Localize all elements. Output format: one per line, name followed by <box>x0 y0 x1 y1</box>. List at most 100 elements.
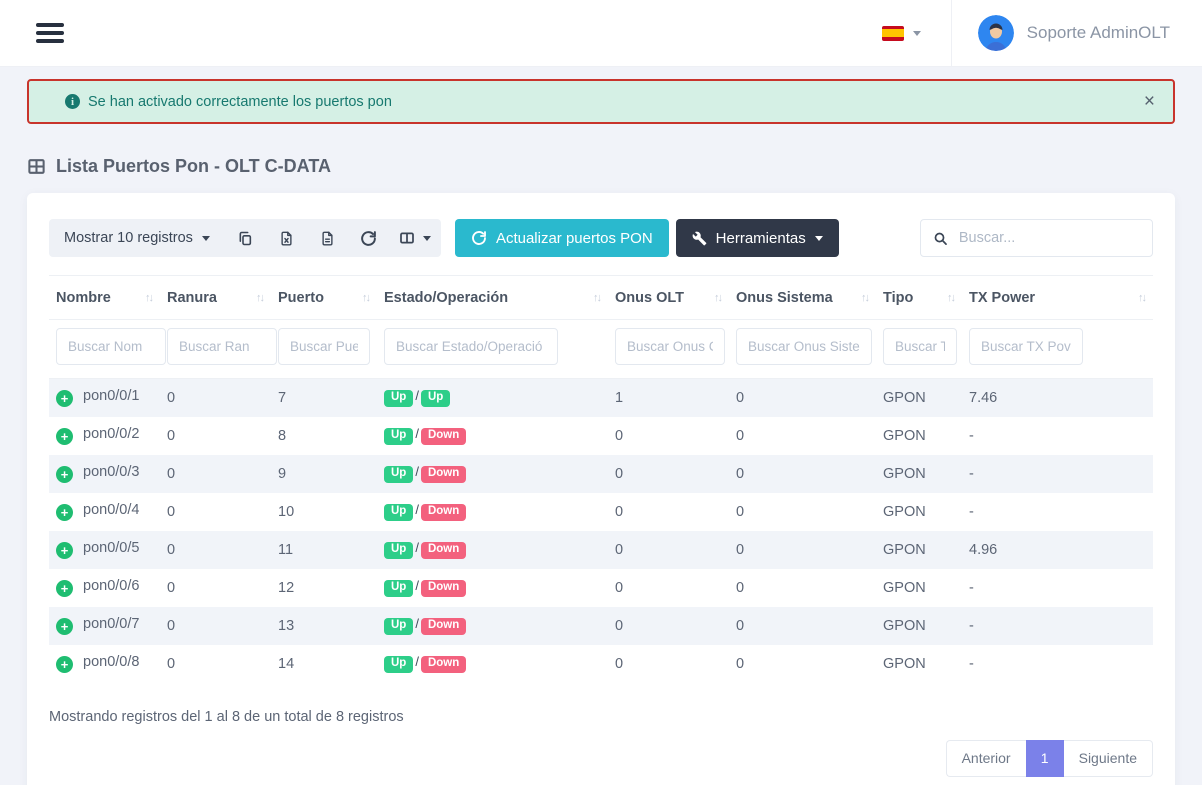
expand-row-icon[interactable]: + <box>56 656 73 673</box>
column-header-estado[interactable]: Estado/Operación ↑↓ <box>377 276 608 320</box>
next-page-button[interactable]: Siguiente <box>1064 740 1153 777</box>
cell-tipo: GPON <box>876 569 962 607</box>
port-name: pon0/0/2 <box>83 426 139 442</box>
search-icon <box>933 230 948 247</box>
expand-row-icon[interactable]: + <box>56 542 73 559</box>
expand-row-icon[interactable]: + <box>56 390 73 407</box>
expand-row-icon[interactable]: + <box>56 504 73 521</box>
cell-estado-operacion: Up/Up <box>377 379 608 417</box>
filter-cell <box>962 320 1153 379</box>
cell-nombre: +pon0/0/5 <box>49 531 160 569</box>
status-badge-up: Up <box>384 504 413 522</box>
column-header-ranura[interactable]: Ranura ↑↓ <box>160 276 271 320</box>
cell-puerto: 14 <box>271 645 377 683</box>
filter-input-ranura[interactable] <box>167 328 277 365</box>
cell-estado-operacion: Up/Down <box>377 645 608 683</box>
cell-puerto: 7 <box>271 379 377 417</box>
status-badge-down: Down <box>421 466 466 484</box>
export-excel-icon <box>279 230 294 247</box>
status-badge-down: Down <box>421 504 466 522</box>
language-selector[interactable] <box>882 26 921 41</box>
sort-icon[interactable]: ↑↓ <box>1138 290 1145 304</box>
filter-input-onus-olt[interactable] <box>615 328 725 365</box>
filter-input-nombre[interactable] <box>56 328 166 365</box>
content-area: i Se han activado correctamente los puer… <box>0 79 1202 785</box>
info-icon: i <box>65 94 80 109</box>
export-excel-button[interactable] <box>266 219 307 257</box>
sort-icon[interactable]: ↑↓ <box>256 290 263 304</box>
status-badge-up: Up <box>384 580 413 598</box>
column-header-onus-olt[interactable]: Onus OLT↑↓ <box>608 276 729 320</box>
status-badge-down: Down <box>421 542 466 560</box>
cell-onus-sistema: 0 <box>729 569 876 607</box>
spain-flag-icon <box>882 26 904 41</box>
update-pon-ports-label: Actualizar puertos PON <box>496 230 653 247</box>
cell-onus-sistema: 0 <box>729 379 876 417</box>
export-file-button[interactable] <box>307 219 348 257</box>
previous-page-button[interactable]: Anterior <box>946 740 1026 777</box>
column-label: Estado/Operación <box>384 290 508 306</box>
copy-button[interactable] <box>225 219 266 257</box>
cell-tipo: GPON <box>876 531 962 569</box>
close-icon[interactable]: × <box>1144 92 1155 111</box>
update-pon-ports-button[interactable]: Actualizar puertos PON <box>455 219 669 257</box>
current-page-button[interactable]: 1 <box>1026 740 1064 777</box>
expand-row-icon[interactable]: + <box>56 428 73 445</box>
sort-icon[interactable]: ↑↓ <box>947 290 954 304</box>
sort-icon[interactable]: ↑↓ <box>362 290 369 304</box>
sort-icon[interactable]: ↑↓ <box>593 290 600 304</box>
column-header-tx-power[interactable]: TX Power↑↓ <box>962 276 1153 320</box>
status-badge-up: Up <box>384 390 413 408</box>
reload-button[interactable] <box>348 219 389 257</box>
cell-onus-sistema: 0 <box>729 417 876 455</box>
column-header-nombre[interactable]: Nombre↑↓ <box>49 276 160 320</box>
sort-icon[interactable]: ↑↓ <box>861 290 868 304</box>
cell-nombre: +pon0/0/6 <box>49 569 160 607</box>
cell-puerto: 10 <box>271 493 377 531</box>
user-menu[interactable]: Soporte AdminOLT <box>952 15 1202 51</box>
filter-input-tx-power[interactable] <box>969 328 1083 365</box>
table-row: +pon0/0/107Up/Up10GPON7.46 <box>49 379 1153 417</box>
column-header-onus-sistema[interactable]: Onus Sistema↑↓ <box>729 276 876 320</box>
cell-ranura: 0 <box>160 607 271 645</box>
cell-tx-power: - <box>962 455 1153 493</box>
expand-row-icon[interactable]: + <box>56 466 73 483</box>
expand-row-icon[interactable]: + <box>56 618 73 635</box>
column-label: Ranura <box>167 290 217 306</box>
menu-toggle-icon[interactable] <box>36 19 64 47</box>
filter-input-estado[interactable] <box>384 328 558 365</box>
status-badge-down: Down <box>421 656 466 674</box>
filter-input-puerto[interactable] <box>278 328 370 365</box>
filter-input-onus-sistema[interactable] <box>736 328 872 365</box>
badge-separator: / <box>415 616 419 631</box>
cell-tx-power: - <box>962 493 1153 531</box>
filter-input-tipo[interactable] <box>883 328 957 365</box>
chevron-down-icon <box>423 236 431 241</box>
tools-dropdown[interactable]: Herramientas <box>676 219 839 257</box>
sort-icon[interactable]: ↑↓ <box>145 290 152 304</box>
cell-tx-power: - <box>962 569 1153 607</box>
column-header-puerto[interactable]: Puerto↑↓ <box>271 276 377 320</box>
search-input[interactable] <box>959 230 1140 246</box>
cell-onus-olt: 0 <box>608 569 729 607</box>
filter-cell <box>729 320 876 379</box>
show-records-dropdown[interactable]: Mostrar 10 registros <box>49 219 225 257</box>
cell-nombre: +pon0/0/7 <box>49 607 160 645</box>
columns-visibility-dropdown[interactable] <box>389 219 441 257</box>
columns-visibility-icon <box>398 230 416 246</box>
cell-tx-power: - <box>962 607 1153 645</box>
tools-label: Herramientas <box>716 230 806 247</box>
status-badge-down: Down <box>421 580 466 598</box>
cell-puerto: 12 <box>271 569 377 607</box>
table-row: +pon0/0/7013Up/Down00GPON- <box>49 607 1153 645</box>
port-name: pon0/0/8 <box>83 654 139 670</box>
expand-row-icon[interactable]: + <box>56 580 73 597</box>
wrench-icon <box>692 231 707 246</box>
column-header-tipo[interactable]: Tipo↑↓ <box>876 276 962 320</box>
page-title: Lista Puertos Pon - OLT C-DATA <box>27 156 1175 177</box>
status-badge-up: Up <box>384 428 413 446</box>
table-header-row: Nombre↑↓Ranura↑↓Puerto↑↓Estado/Operación… <box>49 276 1153 320</box>
user-name: Soporte AdminOLT <box>1027 23 1170 43</box>
sort-icon[interactable]: ↑↓ <box>714 290 721 304</box>
cell-onus-olt: 0 <box>608 455 729 493</box>
